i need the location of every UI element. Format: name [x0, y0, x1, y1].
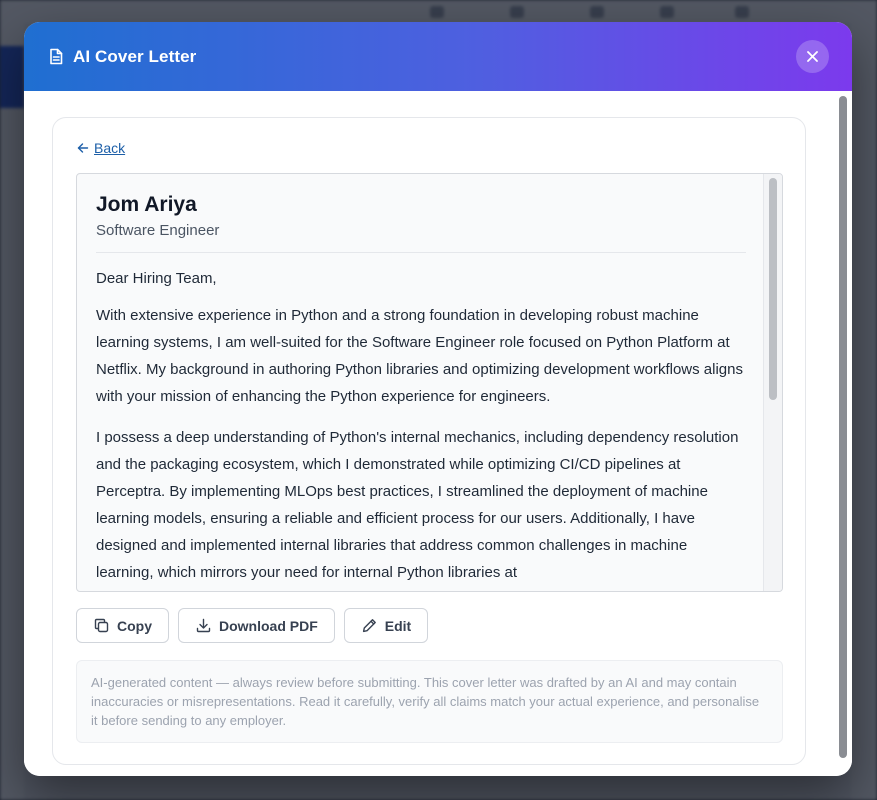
modal-scrollbar-thumb[interactable]	[839, 96, 847, 758]
download-pdf-button[interactable]: Download PDF	[178, 608, 335, 643]
letter-paragraph: I possess a deep understanding of Python…	[96, 429, 739, 581]
modal-title: AI Cover Letter	[73, 46, 197, 66]
modal-header: AI Cover Letter	[24, 22, 852, 91]
letter-salutation: Dear Hiring Team,	[96, 270, 217, 287]
copy-button[interactable]: Copy	[76, 608, 169, 643]
copy-icon	[94, 618, 109, 633]
copy-label: Copy	[117, 617, 152, 634]
ai-disclaimer: AI-generated content — always review bef…	[76, 660, 783, 743]
letter-content: Jom Ariya Software Engineer Dear Hiring …	[96, 192, 746, 586]
edit-button[interactable]: Edit	[343, 608, 429, 643]
back-label[interactable]: Back	[94, 140, 125, 156]
letter-paragraph: With extensive experience in Python and …	[96, 307, 743, 405]
edit-label: Edit	[384, 617, 412, 634]
document-icon	[48, 48, 64, 66]
download-label: Download PDF	[219, 617, 318, 634]
letter-preview[interactable]: Jom Ariya Software Engineer Dear Hiring …	[76, 173, 783, 592]
cover-letter-card: Back Jom Ariya Software Engineer Dear Hi…	[52, 117, 806, 765]
pencil-icon	[362, 618, 377, 633]
letter-scrollbar-thumb[interactable]	[769, 178, 777, 400]
cover-letter-modal: AI Cover Letter Back Jom Ariya Software …	[24, 22, 852, 776]
back-link[interactable]: Back	[77, 140, 125, 156]
modal-body: Back Jom Ariya Software Engineer Dear Hi…	[24, 91, 852, 776]
candidate-role: Software Engineer	[96, 222, 220, 239]
modal-scrollbar[interactable]	[836, 93, 850, 773]
letter-scrollbar[interactable]	[763, 174, 782, 591]
download-icon	[196, 618, 211, 633]
letter-divider	[96, 252, 746, 253]
close-icon	[807, 51, 818, 62]
candidate-name: Jom Ariya	[96, 193, 197, 216]
arrow-left-icon	[77, 142, 89, 154]
action-buttons: Copy Download PDF Edit	[76, 608, 437, 643]
close-button[interactable]	[796, 40, 829, 73]
